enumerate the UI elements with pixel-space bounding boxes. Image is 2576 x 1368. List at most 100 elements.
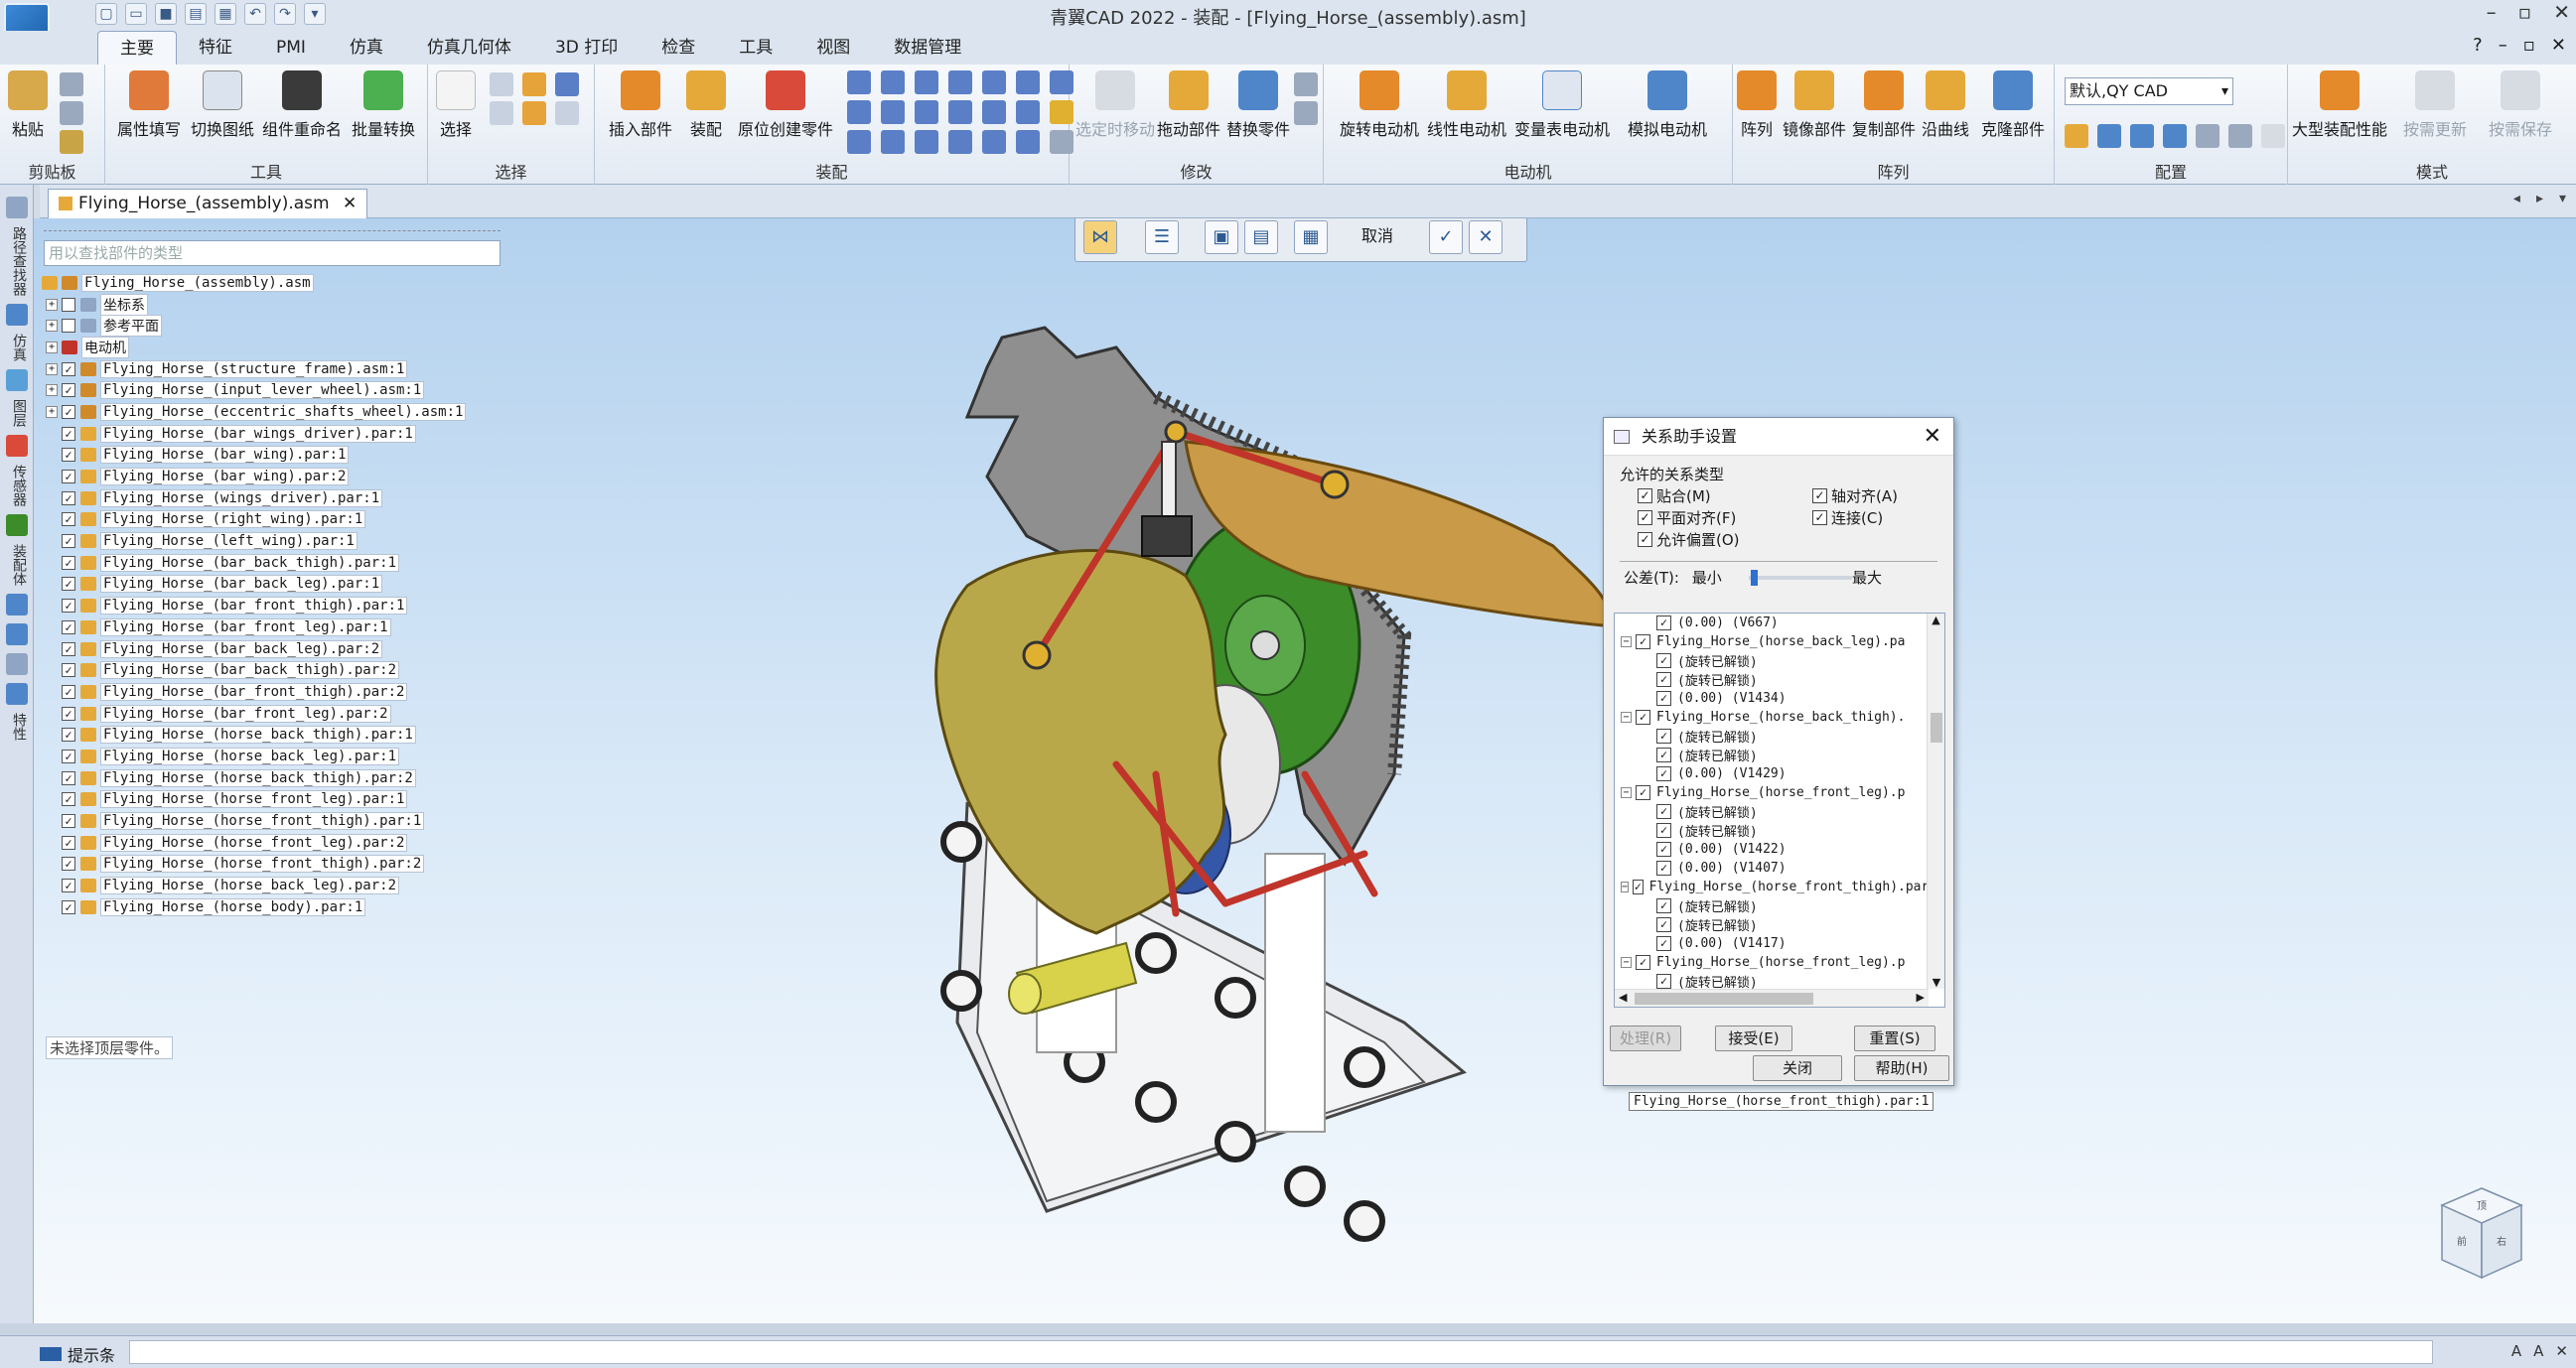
hscroll-thumb[interactable] bbox=[1635, 993, 1813, 1005]
select-box-icon[interactable] bbox=[490, 101, 513, 125]
relation-list-item[interactable]: ✓ (旋转已解锁) bbox=[1615, 746, 1944, 764]
relation-checkbox[interactable]: ✓ bbox=[1656, 974, 1671, 989]
assembly-icon[interactable] bbox=[6, 514, 28, 536]
relation-checkbox[interactable]: ✓ bbox=[1656, 616, 1671, 630]
document-tab[interactable]: Flying_Horse_(assembly).asm ✕ bbox=[48, 189, 368, 218]
insert-rel-icon[interactable] bbox=[948, 70, 972, 94]
mirror-component-button[interactable]: 镜像部件 bbox=[1783, 70, 1846, 140]
large-assembly-button[interactable]: 大型装配性能 bbox=[2292, 70, 2387, 140]
relation-list-item[interactable]: ✓ (旋转已解锁) bbox=[1615, 670, 1944, 689]
center-plane-icon[interactable] bbox=[847, 130, 871, 154]
ground-icon[interactable] bbox=[1016, 100, 1040, 124]
variable-table-motor-button[interactable]: 变量表电动机 bbox=[1514, 70, 1610, 140]
help-button[interactable]: 帮助(H) bbox=[1854, 1055, 1949, 1081]
switch-drawing-button[interactable]: 切换图纸 bbox=[191, 70, 254, 140]
relation-list-vscroll[interactable]: ▲ ▼ bbox=[1927, 614, 1944, 989]
menu-tab[interactable]: 工具 bbox=[717, 31, 794, 65]
simulation-icon[interactable] bbox=[6, 304, 28, 326]
relation-checkbox[interactable]: ✓ bbox=[1656, 842, 1671, 857]
sensor-icon[interactable] bbox=[6, 435, 28, 457]
relation-checkbox[interactable]: ✓ bbox=[1633, 880, 1644, 894]
gear-rel-icon[interactable] bbox=[915, 100, 938, 124]
connect-icon[interactable] bbox=[1016, 70, 1040, 94]
axial-align-icon[interactable] bbox=[915, 70, 938, 94]
menu-tab[interactable]: 仿真 bbox=[328, 31, 405, 65]
doc-minimize-button[interactable]: – bbox=[2499, 35, 2507, 56]
select-button[interactable]: 选择 bbox=[436, 70, 476, 140]
relation-checkbox[interactable]: ✓ bbox=[1656, 691, 1671, 706]
parallel-icon[interactable] bbox=[982, 70, 1006, 94]
relation-list-item[interactable]: − ✓ Flying_Horse_(horse_front_thigh).par:1 bbox=[1615, 878, 1944, 896]
dots-icon[interactable] bbox=[6, 653, 28, 675]
tool-simulation[interactable]: 仿真 bbox=[3, 334, 29, 361]
config-tool-6-icon[interactable] bbox=[2228, 124, 2252, 148]
tab-next-icon[interactable]: ▸ bbox=[2536, 191, 2543, 206]
menu-tab[interactable]: 特征 bbox=[177, 31, 254, 65]
pattern-button[interactable]: 阵列 bbox=[1737, 70, 1777, 140]
graphics-viewport[interactable]: 用以查找部件的类型 Flying_Horse_(assembly).asm + 坐… bbox=[34, 218, 2576, 1323]
view-cube[interactable]: 顶 前 右 bbox=[2437, 1183, 2526, 1283]
tool-assembly[interactable]: 装配体 bbox=[3, 544, 29, 586]
relation-checkbox[interactable]: ✓ bbox=[1656, 672, 1671, 687]
menu-tab[interactable]: 数据管理 bbox=[872, 31, 983, 65]
move-when-selected-button[interactable]: 选定时移动 bbox=[1075, 70, 1155, 140]
relation-list-item[interactable]: ✓ (0.00) (V1434) bbox=[1615, 689, 1944, 708]
relation-checkbox[interactable]: ✓ bbox=[1656, 729, 1671, 744]
collapse-icon[interactable]: − bbox=[1621, 636, 1632, 647]
create-in-place-button[interactable]: 原位创建零件 bbox=[738, 70, 833, 140]
flying-horse-model[interactable] bbox=[34, 218, 2576, 1323]
select-face-icon[interactable] bbox=[522, 101, 546, 125]
menu-tab[interactable]: 仿真几何体 bbox=[405, 31, 533, 65]
relation-list-item[interactable]: ✓ (0.00) (V1417) bbox=[1615, 934, 1944, 953]
relation-checkbox[interactable]: ✓ bbox=[1636, 634, 1650, 649]
relation-list-item[interactable]: ✓ (0.00) (V1422) bbox=[1615, 840, 1944, 859]
help-icon[interactable]: ? bbox=[2473, 35, 2483, 56]
relation-checkbox[interactable]: ✓ bbox=[1656, 917, 1671, 932]
tangent-icon[interactable] bbox=[847, 100, 871, 124]
select-more-icon[interactable] bbox=[555, 101, 579, 125]
font-decrease-icon[interactable]: A bbox=[2533, 1342, 2543, 1360]
library-icon[interactable] bbox=[6, 594, 28, 616]
config-tool-7-icon[interactable] bbox=[2261, 124, 2285, 148]
copy-component-button[interactable]: 复制部件 bbox=[1852, 70, 1916, 140]
format-painter-icon[interactable] bbox=[60, 130, 83, 154]
config-tool-1-icon[interactable] bbox=[2065, 124, 2088, 148]
relation-checkbox[interactable]: ✓ bbox=[1636, 785, 1650, 800]
update-on-demand-button[interactable]: 按需更新 bbox=[2403, 70, 2467, 140]
select-zoom-icon[interactable] bbox=[555, 72, 579, 96]
relation-checkbox[interactable]: ✓ bbox=[1656, 653, 1671, 668]
dialog-close-button[interactable]: 关闭 bbox=[1753, 1055, 1842, 1081]
scroll-up-icon[interactable]: ▲ bbox=[1928, 614, 1944, 626]
planar-align-icon[interactable] bbox=[881, 70, 905, 94]
tab-list-icon[interactable]: ▾ bbox=[2559, 191, 2566, 206]
relation-list-item[interactable]: ✓ (旋转已解锁) bbox=[1615, 896, 1944, 915]
tolerance-slider-thumb[interactable] bbox=[1750, 570, 1758, 586]
relation-list-item[interactable]: ✓ (旋转已解锁) bbox=[1615, 727, 1944, 746]
relation-list[interactable]: ✓ (0.00) (V667) − ✓ Flying_Horse_(horse_back… bbox=[1614, 613, 1945, 1008]
rel-lock-icon[interactable] bbox=[982, 130, 1006, 154]
relation-list-item[interactable]: ✓ (旋转已解锁) bbox=[1615, 651, 1944, 670]
collapse-icon[interactable]: − bbox=[1621, 712, 1632, 723]
simulate-motor-button[interactable]: 模拟电动机 bbox=[1628, 70, 1707, 140]
prompt-close-icon[interactable]: ✕ bbox=[2555, 1342, 2568, 1360]
rename-component-button[interactable]: 组件重命名 bbox=[262, 70, 342, 140]
relation-list-item[interactable]: ✓ (0.00) (V667) bbox=[1615, 614, 1944, 632]
font-increase-icon[interactable]: A bbox=[2511, 1342, 2521, 1360]
batch-convert-button[interactable]: 批量转换 bbox=[352, 70, 415, 140]
rigid-icon[interactable] bbox=[982, 100, 1006, 124]
properties-icon[interactable] bbox=[6, 683, 28, 705]
tool-layers[interactable]: 图层 bbox=[3, 399, 29, 427]
drag-component-button[interactable]: 拖动部件 bbox=[1157, 70, 1220, 140]
menu-tab[interactable]: 检查 bbox=[640, 31, 717, 65]
paste-button[interactable]: 粘贴 bbox=[8, 70, 48, 140]
relation-list-item[interactable]: ✓ (旋转已解锁) bbox=[1615, 821, 1944, 840]
planar-align-checkbox[interactable]: ✓ 平面对齐(F) bbox=[1638, 507, 1736, 528]
relation-list-item[interactable]: − ✓ Flying_Horse_(horse_front_leg).p bbox=[1615, 783, 1944, 802]
relation-list-item[interactable]: − ✓ Flying_Horse_(horse_front_leg).p bbox=[1615, 953, 1944, 972]
copy-icon[interactable] bbox=[60, 101, 83, 125]
relation-checkbox[interactable]: ✓ bbox=[1656, 898, 1671, 913]
doc-close-button[interactable]: ✕ bbox=[2551, 35, 2566, 56]
relation-checkbox[interactable]: ✓ bbox=[1656, 766, 1671, 781]
scroll-down-icon[interactable]: ▼ bbox=[1928, 976, 1944, 989]
replace-part-button[interactable]: 替换零件 bbox=[1226, 70, 1290, 140]
